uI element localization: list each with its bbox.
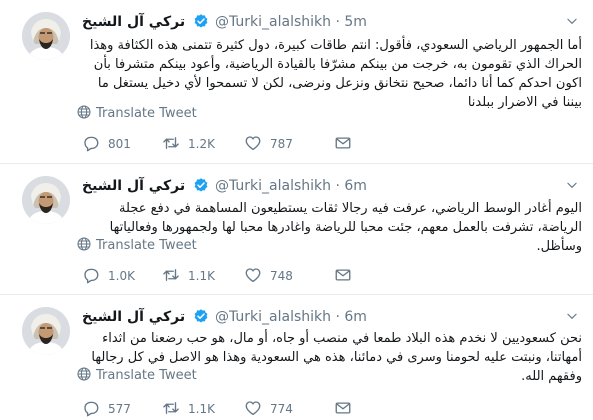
tweet-header: تركي آل الشيخ @Turki_alalshikh · 6m — [82, 308, 582, 328]
retweet-icon — [162, 134, 180, 152]
direct-message-button[interactable] — [334, 399, 360, 419]
timestamp[interactable]: 6m — [344, 178, 367, 194]
retweet-button[interactable]: 1.2K — [162, 134, 215, 154]
reply-icon — [82, 134, 100, 152]
like-button[interactable]: 774 — [244, 399, 293, 419]
reply-button[interactable]: 801 — [82, 134, 131, 154]
globe-icon — [76, 236, 92, 252]
display-name[interactable]: تركي آل الشيخ — [82, 14, 185, 30]
tweet-actions: 801 1.2K 787 — [82, 134, 502, 154]
retweet-count: 1.2K — [188, 137, 215, 151]
reply-count: 1.0K — [108, 269, 135, 283]
like-count: 787 — [270, 137, 293, 151]
separator-dot: · — [335, 14, 340, 30]
display-name[interactable]: تركي آل الشيخ — [82, 178, 185, 194]
like-button[interactable]: 787 — [244, 134, 293, 154]
timestamp[interactable]: 6m — [344, 309, 367, 325]
direct-message-button[interactable] — [334, 134, 360, 154]
translate-label: Translate Tweet — [96, 106, 197, 121]
retweet-button[interactable]: 1.1K — [162, 266, 215, 286]
heart-icon — [244, 266, 262, 284]
translate-label: Translate Tweet — [96, 238, 197, 253]
profile-photo — [22, 176, 70, 224]
retweet-count: 1.1K — [188, 269, 215, 283]
globe-icon — [76, 104, 92, 120]
user-handle[interactable]: @Turki_alalshikh — [215, 309, 331, 325]
chevron-down-icon[interactable] — [565, 14, 579, 28]
reply-icon — [82, 266, 100, 284]
separator-dot: · — [335, 309, 340, 325]
reply-button[interactable]: 577 — [82, 399, 131, 419]
avatar[interactable] — [22, 176, 70, 224]
heart-icon — [244, 134, 262, 152]
timestamp[interactable]: 5m — [344, 14, 367, 30]
tweet-text: أما الجمهور الرياضي السعودي، فأقول: انتم… — [89, 38, 582, 110]
separator-dot: · — [335, 178, 340, 194]
envelope-icon — [334, 399, 352, 417]
user-handle[interactable]: @Turki_alalshikh — [215, 178, 331, 194]
avatar[interactable] — [22, 307, 70, 355]
retweet-icon — [162, 399, 180, 417]
tweet-actions: 1.0K 1.1K 748 — [82, 266, 502, 286]
verified-badge-icon — [193, 177, 209, 193]
tweet[interactable]: تركي آل الشيخ @Turki_alalshikh · 5m أما … — [0, 0, 593, 164]
heart-icon — [244, 399, 262, 417]
verified-badge-icon — [193, 13, 209, 29]
profile-photo — [22, 12, 70, 60]
direct-message-button[interactable] — [334, 266, 360, 286]
globe-icon — [76, 366, 92, 382]
envelope-icon — [334, 266, 352, 284]
profile-photo — [22, 307, 70, 355]
reply-button[interactable]: 1.0K — [82, 266, 135, 286]
tweet-actions: 577 1.1K 774 — [82, 399, 502, 419]
display-name[interactable]: تركي آل الشيخ — [82, 309, 185, 325]
tweet-header: تركي آل الشيخ @Turki_alalshikh · 5m — [82, 13, 582, 33]
retweet-icon — [162, 266, 180, 284]
like-button[interactable]: 748 — [244, 266, 293, 286]
tweet[interactable]: تركي آل الشيخ @Turki_alalshikh · 6m نحن … — [0, 295, 593, 420]
chevron-down-icon[interactable] — [565, 309, 579, 323]
tweet[interactable]: تركي آل الشيخ @Turki_alalshikh · 6m اليو… — [0, 164, 593, 295]
retweet-button[interactable]: 1.1K — [162, 399, 215, 419]
reply-count: 801 — [108, 137, 131, 151]
chevron-down-icon[interactable] — [565, 178, 579, 192]
reply-icon — [82, 399, 100, 417]
translate-tweet-link[interactable]: Translate Tweet — [76, 104, 197, 122]
like-count: 774 — [270, 402, 293, 416]
translate-label: Translate Tweet — [96, 368, 197, 383]
translate-tweet-link[interactable]: Translate Tweet — [76, 236, 197, 254]
verified-badge-icon — [193, 308, 209, 324]
avatar[interactable] — [22, 12, 70, 60]
reply-count: 577 — [108, 402, 131, 416]
envelope-icon — [334, 134, 352, 152]
retweet-count: 1.1K — [188, 402, 215, 416]
user-handle[interactable]: @Turki_alalshikh — [215, 14, 331, 30]
tweet-header: تركي آل الشيخ @Turki_alalshikh · 6m — [82, 177, 582, 197]
translate-tweet-link[interactable]: Translate Tweet — [76, 366, 197, 384]
like-count: 748 — [270, 269, 293, 283]
